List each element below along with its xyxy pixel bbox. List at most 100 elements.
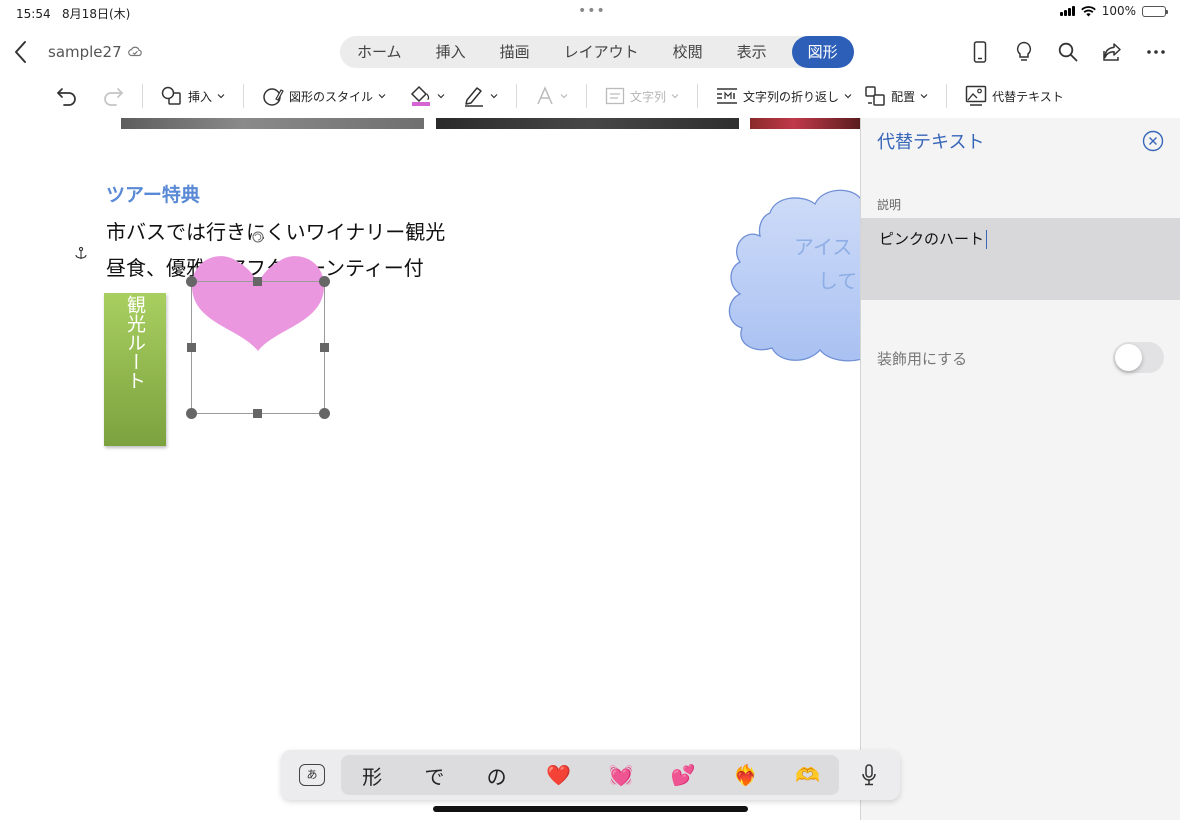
document-canvas[interactable]: ツアー特典 市バスでは行きにくいワイナリー観光 昼食、優雅なアフタヌーンティー付… (0, 118, 860, 820)
ribbon-divider (946, 84, 948, 108)
text-direction-button[interactable]: 文字列 (605, 81, 679, 111)
photo-strip-2[interactable] (436, 118, 739, 129)
search-icon[interactable] (1056, 40, 1080, 64)
tab-shape[interactable]: 図形 (791, 36, 854, 68)
photo-strip-3[interactable] (750, 118, 860, 129)
rotate-handle-icon[interactable] (252, 231, 264, 243)
cellular-signal-icon (1059, 6, 1075, 16)
resize-handle-bottom-left[interactable] (186, 408, 197, 419)
arrange-button[interactable]: 配置 (864, 81, 928, 111)
suggestion-item[interactable]: で (406, 761, 462, 790)
lightbulb-icon[interactable] (1012, 40, 1036, 64)
battery-icon (1142, 5, 1168, 17)
suggestion-emoji-heart-hands[interactable]: 🫶 (780, 763, 836, 787)
suggestion-emoji-heart[interactable]: ❤️ (531, 763, 587, 787)
suggestion-emoji-heart-on-fire[interactable]: ❤️‍🔥 (718, 763, 774, 787)
tab-view[interactable]: 表示 (720, 36, 784, 68)
fill-bucket-icon (410, 85, 431, 106)
ribbon-tabs: ホーム 挿入 描画 レイアウト 校閲 表示 図形 (340, 36, 854, 68)
wrap-text-button[interactable]: 文字列の折り返し (716, 81, 852, 111)
title-bar: sample27 ホーム 挿入 描画 レイアウト 校閲 表示 図形 (0, 30, 1180, 74)
chevron-down-icon (378, 94, 386, 99)
home-indicator[interactable] (433, 806, 748, 812)
suggestion-item[interactable]: 形 (344, 761, 400, 790)
panel-title: 代替テキスト (877, 132, 985, 153)
resize-handle-top-left[interactable] (186, 276, 197, 287)
text-direction-label: 文字列 (630, 89, 667, 104)
battery-percent: 100% (1101, 4, 1136, 18)
suggestion-emoji-two-hearts[interactable]: 💕 (655, 763, 711, 787)
suggestion-item[interactable]: の (469, 761, 525, 790)
multitask-dots[interactable]: ••• (578, 3, 606, 19)
arrange-icon (865, 86, 885, 106)
title-actions (968, 40, 1168, 64)
wifi-icon (1080, 5, 1096, 16)
shape-style-button[interactable]: 図形のスタイル (262, 81, 386, 111)
chevron-down-icon (560, 94, 568, 99)
redo-button[interactable] (102, 81, 124, 111)
wrap-text-icon (717, 88, 738, 104)
back-chevron-icon[interactable] (10, 39, 32, 65)
input-mode-button[interactable]: あ (299, 764, 325, 786)
status-date: 8月18日(木) (62, 7, 131, 21)
ribbon-divider (243, 84, 245, 108)
tab-draw[interactable]: 描画 (483, 36, 547, 68)
tour-route-shape[interactable]: 観光ルート (104, 293, 166, 446)
tab-layout[interactable]: レイアウト (547, 36, 656, 68)
resize-handle-bottom-right[interactable] (319, 408, 330, 419)
phone-view-icon[interactable] (968, 40, 992, 64)
ribbon-divider (697, 84, 699, 108)
photo-strip-1[interactable] (121, 118, 424, 129)
cloud-saved-icon[interactable] (127, 44, 143, 60)
shape-outline-button[interactable] (463, 81, 498, 111)
alt-text-button[interactable]: 代替テキスト (965, 81, 1064, 111)
undo-button[interactable] (56, 81, 78, 111)
chevron-down-icon (671, 94, 679, 99)
description-value: ピンクのハート (879, 228, 988, 249)
description-label: 説明 (877, 198, 902, 212)
status-time: 15:54 8月18日(木) (16, 7, 131, 21)
suggestion-emoji-beating-heart[interactable]: 💓 (593, 763, 649, 787)
redo-icon (104, 88, 123, 106)
status-bar: 15:54 8月18日(木) ••• 100% (0, 0, 1180, 24)
arrange-label: 配置 (891, 89, 916, 104)
resize-handle-bottom[interactable] (253, 409, 262, 418)
microphone-icon[interactable] (860, 764, 878, 786)
anchor-icon (75, 246, 87, 259)
resize-handle-right[interactable] (320, 343, 329, 352)
predictive-suggestions: 形 で の ❤️ 💓 💕 ❤️‍🔥 🫶 (341, 755, 839, 795)
close-icon[interactable] (1142, 130, 1164, 152)
status-indicators: 100% (1059, 4, 1168, 18)
insert-label: 挿入 (188, 89, 213, 104)
shape-fill-button[interactable] (410, 81, 445, 111)
shape-style-label: 図形のスタイル (289, 89, 374, 104)
resize-handle-top[interactable] (253, 277, 262, 286)
alt-text-icon (965, 85, 987, 106)
chevron-down-icon (217, 94, 225, 99)
tour-route-text: 観光ルート (124, 295, 146, 390)
cloud-callout-shape[interactable]: アイス して (720, 178, 860, 368)
selected-heart-shape[interactable] (180, 228, 340, 428)
description-field[interactable]: ピンクのハート (861, 218, 1180, 300)
decorative-label: 装飾用にする (877, 350, 968, 368)
tab-insert[interactable]: 挿入 (419, 36, 483, 68)
text-effects-button[interactable] (535, 81, 568, 111)
text-box-icon (605, 87, 625, 105)
alt-text-label: 代替テキスト (992, 89, 1064, 104)
heart-shape[interactable] (192, 256, 324, 351)
more-options-icon[interactable] (1144, 40, 1168, 64)
section-heading[interactable]: ツアー特典 (106, 180, 200, 207)
ribbon-divider (142, 84, 143, 108)
decorative-toggle[interactable] (1113, 342, 1164, 373)
resize-handle-top-right[interactable] (319, 276, 330, 287)
share-icon[interactable] (1100, 40, 1124, 64)
wrap-text-label: 文字列の折り返し (743, 89, 840, 104)
resize-handle-left[interactable] (187, 343, 196, 352)
insert-shape-button[interactable]: 挿入 (161, 81, 225, 111)
tab-review[interactable]: 校閲 (656, 36, 720, 68)
tab-home[interactable]: ホーム (340, 36, 419, 68)
ribbon-divider (586, 84, 588, 108)
cloud-text-line-1: アイス (794, 235, 852, 259)
document-name[interactable]: sample27 (48, 43, 122, 61)
keyboard-shortcut-bar: あ 形 で の ❤️ 💓 💕 ❤️‍🔥 🫶 (281, 750, 900, 800)
